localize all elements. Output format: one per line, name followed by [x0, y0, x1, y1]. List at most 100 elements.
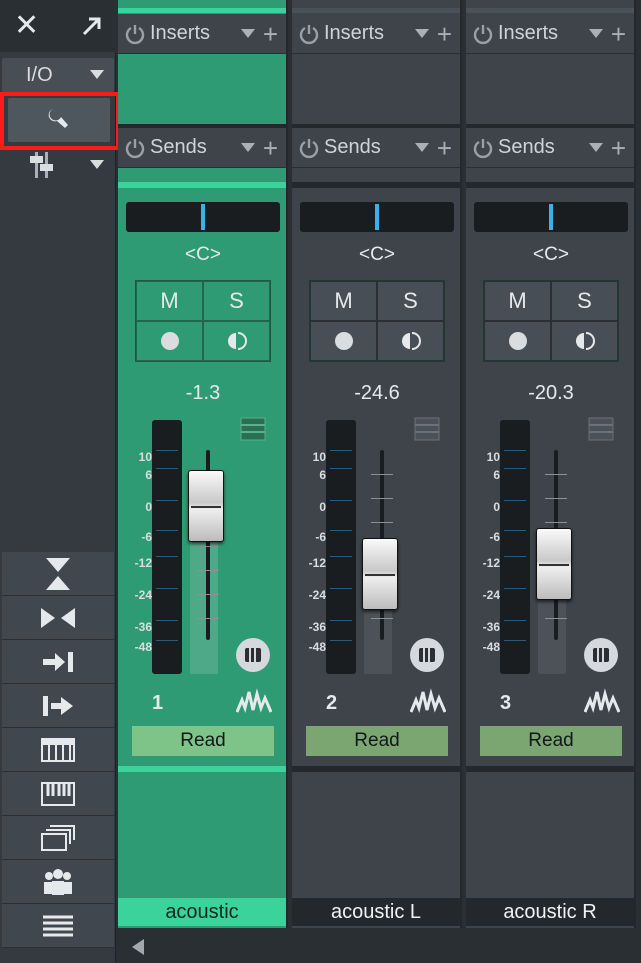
power-icon[interactable]	[472, 137, 494, 159]
power-icon[interactable]	[124, 23, 146, 45]
automation-mode-button[interactable]: Read	[132, 726, 274, 756]
power-icon[interactable]	[298, 137, 320, 159]
pan-control[interactable]	[126, 202, 280, 232]
monitor-button[interactable]	[551, 321, 618, 361]
volume-fader[interactable]	[536, 528, 572, 600]
mute-button[interactable]: M	[136, 281, 203, 321]
pan-cursor	[201, 204, 205, 230]
add-icon[interactable]: +	[437, 135, 452, 161]
input-icon[interactable]	[2, 640, 114, 684]
waveform-icon[interactable]	[410, 688, 446, 714]
chevron-down-icon[interactable]	[90, 160, 104, 169]
meter-scale-label: -6	[141, 530, 152, 544]
inserts-slot[interactable]	[292, 55, 460, 127]
sends-header[interactable]: Sends +	[292, 128, 460, 168]
sends-slot[interactable]	[118, 169, 286, 181]
piano-icon[interactable]	[2, 772, 114, 816]
strip-top	[118, 8, 286, 13]
inserts-header[interactable]: Inserts +	[466, 14, 634, 54]
channel-lower-slot[interactable]	[118, 772, 286, 896]
channel-strip-2[interactable]: Inserts + Sends + <C> M S -24.6 10 6 0 -6 -12 -24 -36 -…	[292, 0, 462, 928]
routing-icon[interactable]	[410, 638, 444, 672]
routing-icon[interactable]	[584, 638, 618, 672]
level-meter	[500, 420, 530, 674]
faders-button[interactable]	[2, 148, 114, 182]
record-button[interactable]	[484, 321, 551, 361]
add-icon[interactable]: +	[437, 21, 452, 47]
record-button[interactable]	[310, 321, 377, 361]
channel-name[interactable]: acoustic R	[466, 898, 634, 926]
meter-scale-label: -36	[308, 620, 326, 634]
mixer-scrollbar[interactable]	[116, 928, 641, 963]
automation-lanes-icon[interactable]	[588, 416, 614, 442]
sends-slot[interactable]	[466, 169, 634, 181]
volume-fader[interactable]	[362, 538, 398, 610]
keyboard-track-icon[interactable]	[2, 728, 114, 772]
chevron-down-icon[interactable]	[414, 143, 429, 152]
record-button[interactable]	[136, 321, 203, 361]
channel-lower-slot[interactable]	[466, 772, 634, 896]
channel-strip-3[interactable]: Inserts + Sends + <C> M S -20.3 10 6 0 -6 -12 -24 -36 -…	[466, 0, 636, 928]
mute-button[interactable]: M	[484, 281, 551, 321]
channel-number: 1	[152, 692, 164, 714]
automation-lanes-icon[interactable]	[240, 416, 266, 442]
chevron-down-icon[interactable]	[588, 143, 603, 152]
list-icon[interactable]	[2, 904, 114, 948]
channel-name[interactable]: acoustic	[118, 898, 286, 926]
channel-strip-1[interactable]: Inserts + Sends + <C> M S -1.3 10 6 0 -6 -12 -24 -36 -4…	[118, 0, 288, 928]
scroll-left-icon[interactable]	[132, 939, 144, 955]
channel-lower-slot[interactable]	[292, 772, 460, 896]
automation-lanes-icon[interactable]	[414, 416, 440, 442]
routing-icon[interactable]	[236, 638, 270, 672]
layers-icon[interactable]	[2, 816, 114, 860]
meter-scale-label: -24	[134, 588, 152, 602]
mute-button[interactable]: M	[310, 281, 377, 321]
volume-fader[interactable]	[188, 470, 224, 542]
automation-mode-button[interactable]: Read	[480, 726, 622, 756]
mute-solo-panel: MS	[309, 280, 445, 362]
close-icon[interactable]: ✕	[14, 8, 39, 44]
add-icon[interactable]: +	[263, 21, 278, 47]
io-button[interactable]: I/O	[2, 58, 114, 92]
inserts-slot[interactable]	[466, 55, 634, 127]
add-icon[interactable]: +	[611, 135, 626, 161]
inserts-header[interactable]: Inserts +	[292, 14, 460, 54]
pan-control[interactable]	[474, 202, 628, 232]
automation-mode-button[interactable]: Read	[306, 726, 448, 756]
sends-header[interactable]: Sends +	[118, 128, 286, 168]
inserts-header[interactable]: Inserts +	[118, 14, 286, 54]
add-icon[interactable]: +	[263, 135, 278, 161]
meter-scale-label: -48	[308, 640, 326, 654]
meter-scale-label: 6	[145, 468, 152, 482]
solo-button[interactable]: S	[203, 281, 270, 321]
solo-button[interactable]: S	[377, 281, 444, 321]
solo-button[interactable]: S	[551, 281, 618, 321]
channel-name[interactable]: acoustic L	[292, 898, 460, 926]
chevron-down-icon[interactable]	[588, 29, 603, 38]
sends-header[interactable]: Sends +	[466, 128, 634, 168]
fader-background	[190, 540, 218, 674]
pan-control[interactable]	[300, 202, 454, 232]
inserts-slot[interactable]	[118, 55, 286, 127]
add-icon[interactable]: +	[611, 21, 626, 47]
monitor-button[interactable]	[203, 321, 270, 361]
monitor-button[interactable]	[377, 321, 444, 361]
waveform-icon[interactable]	[236, 688, 272, 714]
expand-arrow-icon[interactable]	[80, 14, 104, 38]
chevron-down-icon[interactable]	[414, 29, 429, 38]
power-icon[interactable]	[472, 23, 494, 45]
sends-slot[interactable]	[292, 169, 460, 181]
output-icon[interactable]	[2, 684, 114, 728]
meter-scale: 10 6 0 -6 -12 -24 -36 -48	[472, 440, 500, 660]
waveform-icon[interactable]	[584, 688, 620, 714]
volume-readout: -24.6	[354, 382, 400, 404]
power-icon[interactable]	[124, 137, 146, 159]
chevron-down-icon[interactable]	[90, 70, 104, 79]
highlight-box	[0, 92, 120, 150]
expand-horizontal-icon[interactable]	[2, 596, 114, 640]
power-icon[interactable]	[298, 23, 320, 45]
chevron-down-icon[interactable]	[240, 29, 255, 38]
group-icon[interactable]	[2, 860, 114, 904]
collapse-icon[interactable]	[2, 552, 114, 596]
chevron-down-icon[interactable]	[240, 143, 255, 152]
